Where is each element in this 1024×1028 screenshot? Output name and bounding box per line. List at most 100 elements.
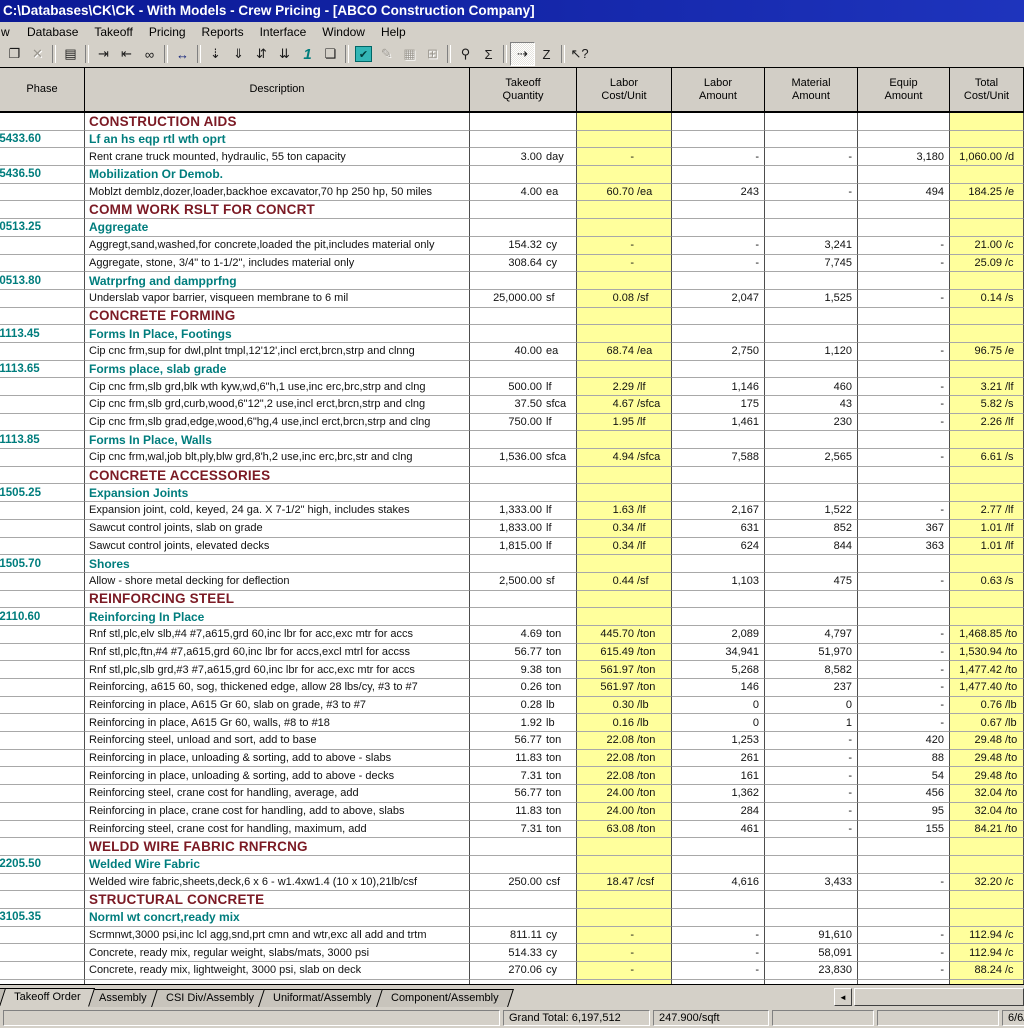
item-row[interactable]: Moblzt demblz,dozer,loader,backhoe excav… [0, 184, 1024, 202]
menu-item-w[interactable]: w [0, 23, 19, 42]
sheet-tab-uniformat-assembly[interactable]: Uniformat/Assembly [258, 989, 386, 1007]
menu-item-interface[interactable]: Interface [252, 23, 315, 42]
labor-amount-cell: 2,089 [672, 626, 765, 644]
labor-cost-unit-cell: 561.97/ton [577, 679, 672, 697]
menu-item-reports[interactable]: Reports [194, 23, 252, 42]
sort-icon[interactable]: Z [535, 43, 558, 65]
fill-series-icon[interactable]: ⇵ [250, 43, 273, 65]
item-row[interactable]: Cip cnc frm,slb grd,curb,wood,6"12",2 us… [0, 396, 1024, 414]
item-row[interactable]: Rnf stl,plc,ftn,#4 #7,a615,grd 60,inc lb… [0, 644, 1024, 662]
sheet-tab-takeoff-order[interactable]: Takeoff Order [0, 988, 96, 1007]
delete-icon[interactable]: ✕ [26, 43, 49, 65]
item-row[interactable]: Cip cnc frm,slb grad,edge,wood,6"hg,4 us… [0, 414, 1024, 432]
item-row[interactable]: Reinforcing in place, A615 Gr 60, walls,… [0, 714, 1024, 732]
group-row[interactable]: 31113.45Forms In Place, Footings [0, 325, 1024, 343]
item-row[interactable]: Concrete, ready mix, regular weight, sla… [0, 944, 1024, 962]
group-row[interactable]: 15436.50Mobilization Or Demob. [0, 166, 1024, 184]
group-row[interactable]: 15433.60Lf an hs eqp rtl wth oprt [0, 131, 1024, 149]
section-row[interactable]: CONCRETE ACCESSORIES [0, 467, 1024, 485]
scrollbar-thumb[interactable] [854, 988, 1024, 1006]
group-row[interactable]: 31113.65Forms place, slab grade [0, 361, 1024, 379]
insert-item-icon[interactable]: ⇣ [204, 43, 227, 65]
edit-pencil-icon[interactable]: ✎ [375, 43, 398, 65]
column-header-material[interactable]: Material Amount [765, 68, 858, 111]
phase-code [0, 502, 85, 520]
column-width-icon[interactable]: ↔ [171, 43, 194, 65]
item-row[interactable]: Expansion joint, cold, keyed, 24 ga. X 7… [0, 502, 1024, 520]
item-row[interactable]: Welded wire fabric,sheets,deck,6 x 6 - w… [0, 874, 1024, 892]
menu-item-database[interactable]: Database [19, 23, 86, 42]
item-row[interactable]: Allow - shore metal decking for deflecti… [0, 573, 1024, 591]
calculator-icon[interactable]: ⊞ [421, 43, 444, 65]
column-header-labor[interactable]: Labor Amount [672, 68, 765, 111]
item-row[interactable]: Rent crane truck mounted, hydraulic, 55 … [0, 148, 1024, 166]
route-icon[interactable]: ⇢ [510, 42, 535, 66]
section-row[interactable]: REINFORCING STEEL [0, 591, 1024, 609]
item-row[interactable]: Reinforcing in place, crane cost for han… [0, 803, 1024, 821]
menu-item-pricing[interactable]: Pricing [141, 23, 194, 42]
takeoff-quantity-cell: 9.38ton [470, 661, 577, 679]
context-help-icon[interactable]: ↖? [568, 43, 591, 65]
item-row[interactable]: Underslab vapor barrier, visqueen membra… [0, 290, 1024, 308]
total-cost-value: 21.00 [950, 239, 1002, 251]
item-row[interactable]: Reinforcing, a615 60, sog, thickened edg… [0, 679, 1024, 697]
model-takeoff-icon[interactable]: ✔ [352, 43, 375, 65]
group-row[interactable]: 32205.50Welded Wire Fabric [0, 856, 1024, 874]
group-row[interactable]: 33105.35Norml wt concrt,ready mix [0, 909, 1024, 927]
fill-down-icon[interactable]: ⇓ [227, 43, 250, 65]
item-row[interactable]: Aggregate, stone, 3/4" to 1-1/2", includ… [0, 255, 1024, 273]
menu-item-help[interactable]: Help [373, 23, 414, 42]
section-row[interactable]: STRUCTURAL CONCRETE [0, 891, 1024, 909]
crew-icon[interactable]: ▦ [398, 43, 421, 65]
column-header-equip[interactable]: Equip Amount [858, 68, 950, 111]
section-row[interactable]: CONSTRUCTION AIDS [0, 113, 1024, 131]
group-row[interactable]: 32110.60Reinforcing In Place [0, 608, 1024, 626]
one-time-item-icon[interactable]: 1 [296, 43, 319, 65]
item-row[interactable]: Reinforcing steel, crane cost for handli… [0, 785, 1024, 803]
paste-icon[interactable]: ❐ [3, 43, 26, 65]
menu-item-takeoff[interactable]: Takeoff [86, 23, 140, 42]
item-row[interactable]: Scrmnwt,3000 psi,inc lcl agg,snd,prt cmn… [0, 927, 1024, 945]
item-row[interactable]: Reinforcing in place, unloading & sortin… [0, 767, 1024, 785]
item-row[interactable]: Reinforcing steel, crane cost for handli… [0, 821, 1024, 839]
column-header-phase[interactable]: Phase [0, 68, 85, 111]
item-row[interactable]: Cip cnc frm,slb grd,blk wth kyw,wd,6"h,1… [0, 378, 1024, 396]
group-row[interactable]: 31505.70Shores [0, 555, 1024, 573]
menu-item-window[interactable]: Window [314, 23, 373, 42]
section-row[interactable]: WELDD WIRE FABRIC RNFRCNG [0, 838, 1024, 856]
notes-icon[interactable]: ❏ [319, 43, 342, 65]
sheet-tab-component-assembly[interactable]: Component/Assembly [376, 989, 513, 1007]
column-header-takeoff[interactable]: Takeoff Quantity [470, 68, 577, 111]
horizontal-scrollbar[interactable]: ◄ [834, 989, 1024, 1006]
item-row[interactable]: Concrete, ready mix, lightweight, 3000 p… [0, 962, 1024, 980]
item-row[interactable]: Aggregt,sand,washed,for concrete,loaded … [0, 237, 1024, 255]
goto-detail-icon[interactable]: ⇥ [92, 43, 115, 65]
item-row[interactable]: Reinforcing in place, unloading & sortin… [0, 750, 1024, 768]
column-header-labor[interactable]: Labor Cost/Unit [577, 68, 672, 111]
column-header-total[interactable]: Total Cost/Unit [950, 68, 1024, 111]
item-row[interactable]: Reinforcing steel, unload and sort, add … [0, 732, 1024, 750]
goto-summary-icon[interactable]: ⇤ [115, 43, 138, 65]
sheet-tab-assembly[interactable]: Assembly [85, 989, 163, 1007]
find-icon[interactable]: ∞ [138, 43, 161, 65]
sum-icon[interactable]: Σ [477, 43, 500, 65]
group-row[interactable]: 31505.25Expansion Joints [0, 484, 1024, 502]
sheet-tab-csi-div-assembly[interactable]: CSI Div/Assembly [151, 989, 269, 1007]
scroll-left-arrow-icon[interactable]: ◄ [834, 988, 852, 1006]
item-row[interactable]: Sawcut control joints, slab on grade1,83… [0, 520, 1024, 538]
group-row[interactable]: 30513.25Aggregate [0, 219, 1024, 237]
section-row[interactable]: COMM WORK RSLT FOR CONCRT [0, 201, 1024, 219]
group-row[interactable]: 30513.80Watrprfng and dampprfng [0, 272, 1024, 290]
item-row[interactable]: Sawcut control joints, elevated decks1,8… [0, 538, 1024, 556]
section-row[interactable]: CONCRETE FORMING [0, 308, 1024, 326]
item-row[interactable]: Rnf stl,plc,elv slb,#4 #7,a615,grd 60,in… [0, 626, 1024, 644]
fill-all-icon[interactable]: ⇊ [273, 43, 296, 65]
item-row[interactable]: Cip cnc frm,sup for dwl,plnt tmpl,12'12'… [0, 343, 1024, 361]
group-row[interactable]: 31113.85Forms In Place, Walls [0, 431, 1024, 449]
item-row[interactable]: Reinforcing in place, A615 Gr 60, slab o… [0, 697, 1024, 715]
print-icon[interactable]: ▤ [59, 43, 82, 65]
column-header-description[interactable]: Description [85, 68, 470, 111]
item-row[interactable]: Cip cnc frm,wal,job blt,ply,blw grd,8'h,… [0, 449, 1024, 467]
item-row[interactable]: Rnf stl,plc,slb grd,#3 #7,a615,grd 60,in… [0, 661, 1024, 679]
zoom-icon[interactable]: ⚲ [454, 43, 477, 65]
